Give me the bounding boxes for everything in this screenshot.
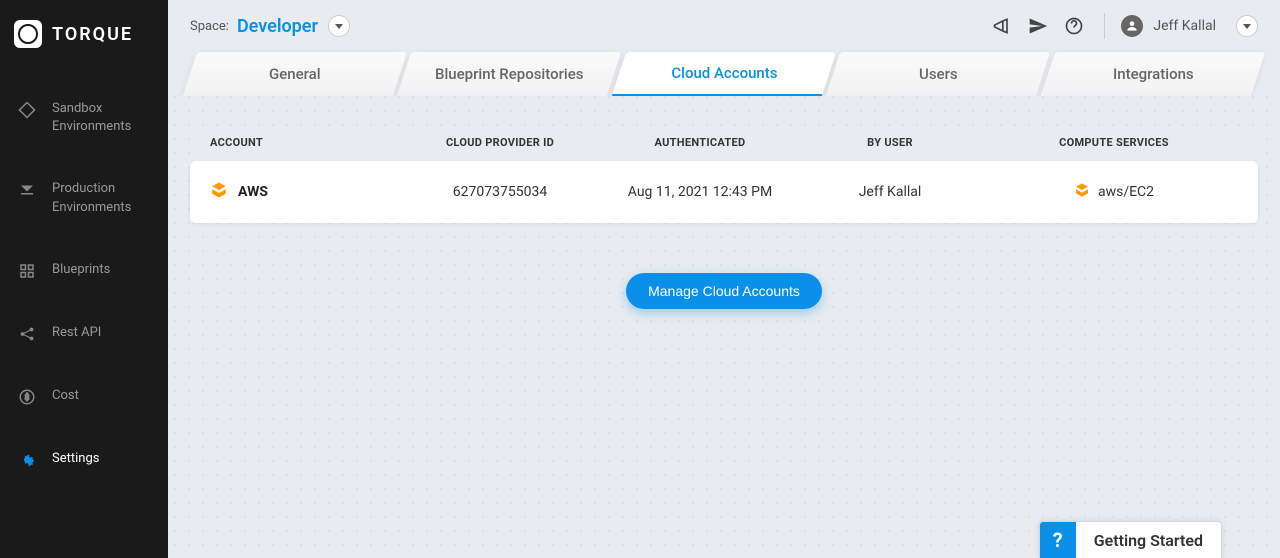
- space-label: Space:: [190, 19, 229, 34]
- sidebar-item-production[interactable]: Production Environments: [0, 158, 168, 238]
- manage-cloud-accounts-button[interactable]: Manage Cloud Accounts: [626, 273, 822, 309]
- user-name: Jeff Kallal: [1153, 18, 1216, 34]
- cloud-accounts-table: ACCOUNT CLOUD PROVIDER ID AUTHENTICATED …: [190, 126, 1258, 223]
- sidebar-item-label: Cost: [52, 387, 150, 405]
- account-name: AWS: [238, 184, 268, 200]
- sidebar-item-label: Blueprints: [52, 261, 150, 279]
- sidebar-item-restapi[interactable]: Rest API: [0, 302, 168, 365]
- logo[interactable]: TORQUE: [0, 0, 168, 68]
- dollar-icon: $: [18, 388, 36, 406]
- table-row[interactable]: AWS 627073755034 Aug 11, 2021 12:43 PM J…: [190, 161, 1258, 223]
- space-name: Developer: [237, 16, 318, 37]
- share-icon: [18, 325, 36, 343]
- sidebar: TORQUE Sandbox Environments Production E…: [0, 0, 168, 558]
- provider-id: 627073755034: [400, 184, 600, 200]
- aws-icon: [210, 181, 228, 203]
- col-services: COMPUTE SERVICES: [980, 136, 1248, 149]
- divider: [1104, 13, 1105, 39]
- tab-general[interactable]: General: [183, 52, 408, 96]
- authenticated: Aug 11, 2021 12:43 PM: [600, 184, 800, 200]
- question-icon: ?: [1040, 522, 1076, 558]
- chevron-down-icon: [1243, 24, 1251, 29]
- sidebar-item-settings[interactable]: Settings: [0, 428, 168, 491]
- by-user: Jeff Kallal: [800, 184, 980, 200]
- sidebar-item-label: Settings: [52, 450, 150, 468]
- sidebar-item-label: Sandbox Environments: [52, 100, 150, 136]
- sidebar-item-cost[interactable]: $ Cost: [0, 365, 168, 428]
- col-user: BY USER: [800, 136, 980, 149]
- sidebar-item-sandbox[interactable]: Sandbox Environments: [0, 78, 168, 158]
- chevron-double-icon: [18, 181, 36, 199]
- logo-text: TORQUE: [52, 24, 133, 45]
- getting-started-label: Getting Started: [1076, 531, 1221, 550]
- tab-blueprint-repos[interactable]: Blueprint Repositories: [397, 52, 622, 96]
- avatar: [1121, 15, 1143, 37]
- getting-started-panel[interactable]: ? Getting Started: [1039, 521, 1222, 558]
- space-switcher[interactable]: [328, 15, 350, 37]
- send-icon[interactable]: [1024, 12, 1052, 40]
- user-dropdown[interactable]: [1236, 15, 1258, 37]
- grid-icon: [18, 262, 36, 280]
- col-provider: CLOUD PROVIDER ID: [400, 136, 600, 149]
- table-header: ACCOUNT CLOUD PROVIDER ID AUTHENTICATED …: [190, 126, 1258, 161]
- compute-service: aws/EC2: [1098, 184, 1154, 200]
- chevron-down-icon: [335, 24, 343, 29]
- col-account: ACCOUNT: [200, 136, 400, 149]
- logo-icon: [14, 20, 42, 48]
- announcement-icon[interactable]: [988, 12, 1016, 40]
- header: Space: Developer Jeff Kallal: [168, 0, 1280, 52]
- svg-text:$: $: [25, 392, 30, 403]
- gear-icon: [18, 451, 36, 469]
- col-auth: AUTHENTICATED: [600, 136, 800, 149]
- tab-users[interactable]: Users: [826, 52, 1051, 96]
- tabs: General Blueprint Repositories Cloud Acc…: [168, 52, 1280, 96]
- sidebar-item-label: Rest API: [52, 324, 150, 342]
- diamond-icon: [18, 101, 36, 119]
- tab-cloud-accounts[interactable]: Cloud Accounts: [612, 52, 837, 96]
- ec2-icon: [1074, 182, 1090, 202]
- help-icon[interactable]: [1060, 12, 1088, 40]
- sidebar-item-label: Production Environments: [52, 180, 150, 216]
- tab-integrations[interactable]: Integrations: [1040, 52, 1265, 96]
- sidebar-item-blueprints[interactable]: Blueprints: [0, 239, 168, 302]
- user-menu[interactable]: Jeff Kallal: [1121, 15, 1258, 37]
